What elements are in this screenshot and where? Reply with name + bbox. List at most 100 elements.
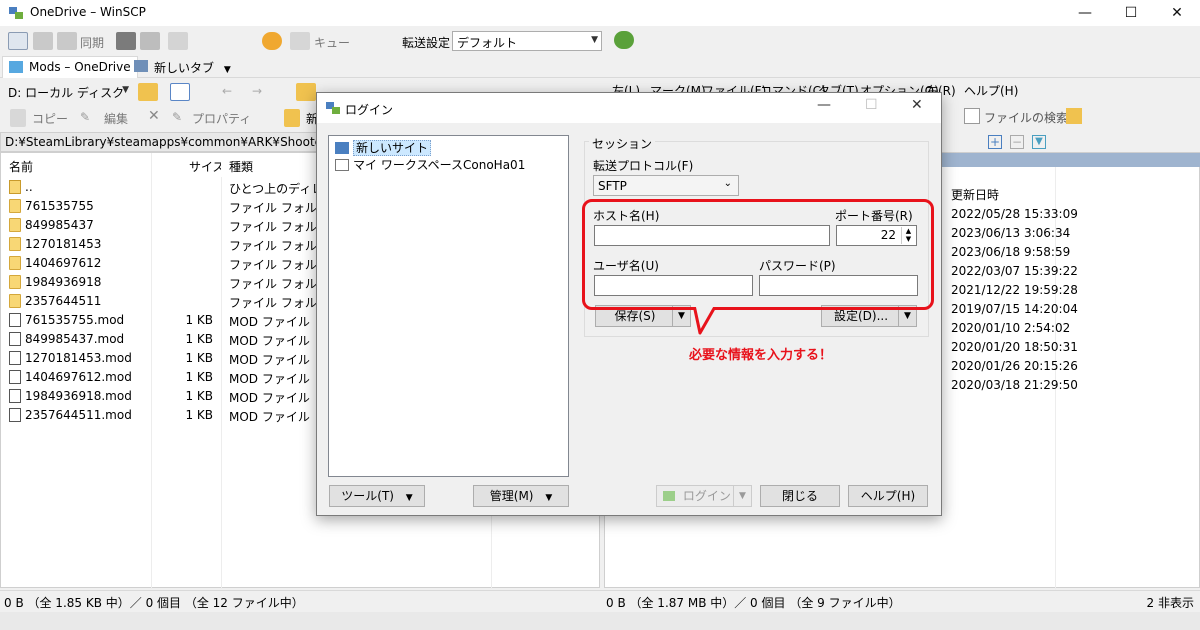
file-type: MOD ファイル <box>229 391 310 405</box>
file-type: ひとつ上のディレクトリ <box>229 182 317 196</box>
file-name: 761535755.mod <box>25 313 125 327</box>
highlight-box <box>582 199 934 310</box>
forward-arrow-icon[interactable]: → <box>252 84 262 98</box>
manage-button-label: 管理(M) <box>489 489 534 503</box>
transfer-settings-select[interactable]: デフォルト ▼ <box>452 31 602 51</box>
drive-select[interactable]: D: ローカル ディスク ▼ <box>4 82 132 102</box>
modified-date[interactable]: 2020/03/18 21:29:50 <box>951 378 1078 392</box>
manage-button[interactable]: 管理(M) ▼ <box>473 485 569 507</box>
parent-directory-icon[interactable] <box>296 83 316 101</box>
menu-help[interactable]: ヘルプ(H) <box>964 82 1018 99</box>
close-window-button[interactable]: ✕ <box>1154 0 1200 26</box>
back-arrow-icon[interactable]: ← <box>222 84 232 98</box>
column-header-modified[interactable]: 更新日時 <box>943 181 1007 205</box>
modified-date[interactable]: 2019/07/15 14:20:04 <box>951 302 1078 316</box>
transfer-settings-label: 転送設定 <box>402 36 451 50</box>
properties-icon[interactable]: ✎ <box>172 110 182 124</box>
folder-icon <box>9 237 21 251</box>
dialog-close-button[interactable]: ✕ <box>911 97 923 113</box>
open-folder-icon[interactable] <box>138 83 158 101</box>
expand-plus-icon[interactable]: + <box>988 135 1002 149</box>
modified-date[interactable]: 2023/06/18 9:58:59 <box>951 245 1070 259</box>
file-name: 1404697612 <box>25 256 102 270</box>
protocol-select[interactable]: SFTP ⌄ <box>593 175 739 196</box>
file-size: 1 KB <box>185 408 213 422</box>
modified-date[interactable]: 2020/01/10 2:54:02 <box>951 321 1070 335</box>
modified-date[interactable]: 2021/12/22 19:59:28 <box>951 283 1078 297</box>
collapse-minus-icon[interactable]: − <box>1010 135 1024 149</box>
putty-icon[interactable] <box>140 32 160 50</box>
dialog-maximize-button[interactable]: ☐ <box>865 97 878 113</box>
filter-down-icon[interactable]: ▼ <box>1032 135 1046 149</box>
dialog-minimize-button[interactable]: — <box>817 97 831 113</box>
right-status: 0 B （全 1.87 MB 中）／ 0 個目 （全 9 ファイル中） <box>606 596 901 610</box>
edit-pencil-icon[interactable]: ✎ <box>80 110 90 124</box>
tab-mods-onedrive[interactable]: Mods – OneDrive <box>2 56 138 78</box>
sync-browse-icon[interactable] <box>57 32 77 50</box>
modified-date[interactable]: 2022/05/28 15:33:09 <box>951 207 1078 221</box>
callout-pointer <box>692 302 718 335</box>
maximize-button[interactable]: ☐ <box>1108 0 1154 26</box>
copy-icon[interactable] <box>10 109 26 127</box>
sync-label[interactable]: 同期 <box>80 34 104 51</box>
login-button[interactable]: ログイン ▼ <box>656 485 752 507</box>
drive-label: D: ローカル ディスク <box>8 86 125 100</box>
synchronize-icon[interactable] <box>33 32 53 50</box>
properties-label[interactable]: プロパティ <box>192 110 251 127</box>
folder-icon <box>9 199 21 213</box>
preferences-gear-icon[interactable] <box>262 32 282 50</box>
chevron-down-icon: ▼ <box>591 35 598 45</box>
folder-list-icon[interactable] <box>1066 108 1082 124</box>
modified-date[interactable]: 2022/03/07 15:39:22 <box>951 264 1078 278</box>
save-button-label: 保存(S) <box>614 309 656 323</box>
delete-icon[interactable]: ✕ <box>148 108 160 124</box>
chevron-down-icon: ▼ <box>545 493 553 503</box>
refresh-icon[interactable] <box>168 32 188 50</box>
chevron-down-icon: ▼ <box>405 493 413 503</box>
file-name: 1404697612.mod <box>25 370 132 384</box>
file-type: MOD ファイル <box>229 334 310 348</box>
chevron-down-icon: ▼ <box>122 85 129 95</box>
compare-directories-icon[interactable] <box>8 32 28 50</box>
close-button[interactable]: 閉じる <box>760 485 840 507</box>
file-name: 761535755 <box>25 199 94 213</box>
edit-label[interactable]: 編集 <box>104 110 128 127</box>
tools-button[interactable]: ツール(T) ▼ <box>329 485 425 507</box>
file-size: 1 KB <box>185 370 213 384</box>
file-size: 1 KB <box>185 351 213 365</box>
site-conoha[interactable]: マイ ワークスペースConoHa01 <box>335 156 525 173</box>
winscp-app-icon <box>9 7 23 19</box>
minimize-button[interactable]: — <box>1062 0 1108 26</box>
column-header-name[interactable]: 名前 <box>1 153 42 177</box>
console-icon[interactable] <box>116 32 136 50</box>
file-name: 1270181453.mod <box>25 351 132 365</box>
chevron-down-icon[interactable]: ▼ <box>733 486 751 506</box>
filter-icon[interactable] <box>170 83 190 101</box>
file-icon <box>9 408 21 422</box>
site-new[interactable]: 新しいサイト <box>335 139 432 156</box>
hidden-files-status[interactable]: 2 非表示 <box>1147 594 1194 611</box>
session-group-label: セッション <box>589 135 656 152</box>
workspace-icon <box>335 159 349 171</box>
file-type: MOD ファイル <box>229 315 310 329</box>
modified-date[interactable]: 2023/06/13 3:06:34 <box>951 226 1070 240</box>
new-folder-icon[interactable] <box>284 109 300 127</box>
copy-label[interactable]: コピー <box>32 110 68 127</box>
help-button[interactable]: ヘルプ(H) <box>848 485 928 507</box>
tools-button-label: ツール(T) <box>341 489 394 503</box>
globe-sync-icon[interactable] <box>614 31 634 49</box>
file-name: 849985437.mod <box>25 332 125 346</box>
column-header-type[interactable]: 種類 <box>221 153 262 177</box>
modified-date[interactable]: 2020/01/26 20:15:26 <box>951 359 1078 373</box>
file-icon <box>9 332 21 346</box>
queue-label[interactable]: キュー <box>314 34 350 51</box>
file-icon <box>9 389 21 403</box>
find-files-label[interactable]: ファイルの検索 <box>984 109 1068 126</box>
right-actions-toolbar: ファイルの検索 <box>944 108 1200 128</box>
queue-icon[interactable] <box>290 32 310 50</box>
find-files-icon[interactable] <box>964 108 980 124</box>
modified-date[interactable]: 2020/01/20 18:50:31 <box>951 340 1078 354</box>
tab-new[interactable]: 新しいタブ ▼ <box>128 56 237 78</box>
protocol-value: SFTP <box>598 179 627 193</box>
file-type: ファイル フォルダー <box>229 277 317 291</box>
